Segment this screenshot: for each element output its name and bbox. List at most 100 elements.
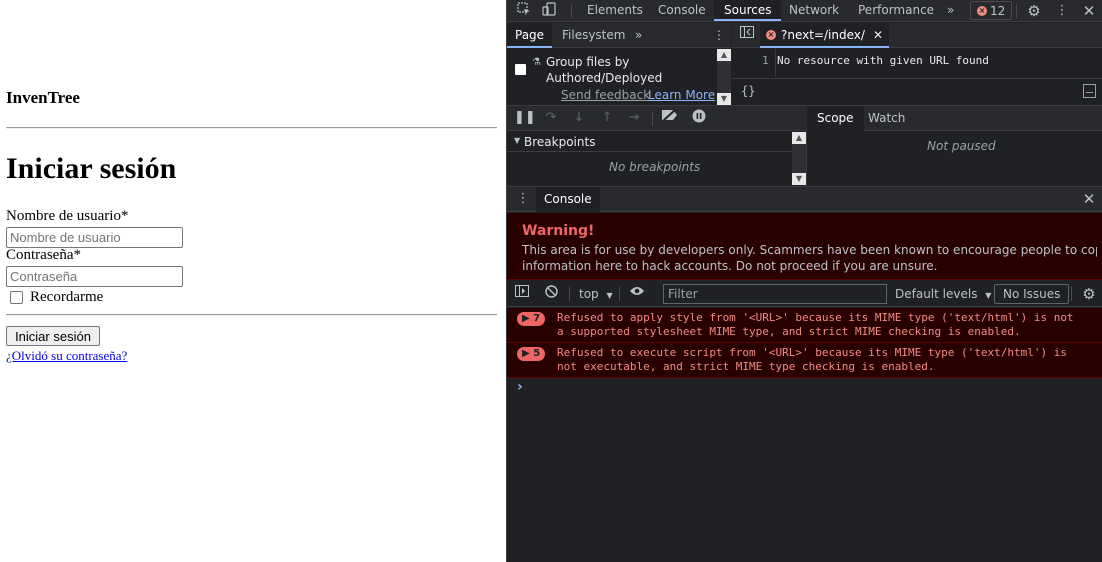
tab-elements[interactable]: Elements <box>577 0 653 21</box>
tab-page[interactable]: Page <box>507 23 553 48</box>
step-over-icon[interactable]: ↷ <box>542 109 560 127</box>
kebab-menu-icon[interactable]: ⋮ <box>705 23 733 48</box>
kebab-menu-icon[interactable]: ⋮ <box>1053 2 1071 20</box>
log-levels-dropdown[interactable]: Default levels ▼ <box>895 287 991 301</box>
scroll-up-icon[interactable]: ▲ <box>792 132 806 144</box>
scroll-down-icon[interactable]: ▼ <box>717 93 731 105</box>
triangle-right-icon: ▶ <box>522 313 530 324</box>
kebab-menu-icon[interactable]: ⋮ <box>514 190 532 208</box>
warning-text-1: This area is for use by developers only.… <box>522 243 1097 257</box>
gear-icon[interactable]: ⚙ <box>1025 2 1043 20</box>
login-page: InvenTree Iniciar sesión Nombre de usuar… <box>0 0 506 562</box>
devtools-panel: Elements Console Sources Network Perform… <box>506 0 1102 562</box>
gear-icon[interactable]: ⚙ <box>1080 285 1098 303</box>
clear-console-icon[interactable] <box>542 285 560 303</box>
login-button[interactable]: Iniciar sesión <box>6 326 100 346</box>
line-number: 1 <box>762 54 769 67</box>
sidebar-toggle-icon[interactable] <box>513 285 531 303</box>
message-line: Refused to apply style from '<URL>' beca… <box>557 311 1074 324</box>
close-icon[interactable]: ✕ <box>1080 2 1098 20</box>
deactivate-breakpoints-icon[interactable] <box>661 108 679 127</box>
more-tabs-icon[interactable]: » <box>937 0 964 21</box>
tab-sources[interactable]: Sources <box>714 0 782 21</box>
self-xss-warning: Warning! This area is for use by develop… <box>507 213 1102 280</box>
password-input[interactable] <box>6 266 183 287</box>
editor-file-tab[interactable]: × ?next=/index/ ✕ <box>760 23 889 48</box>
group-files-label-1: Group files by <box>546 55 630 69</box>
remember-row[interactable]: Recordarme <box>10 289 103 306</box>
chevron-down-icon: ▼ <box>606 291 613 300</box>
separator <box>1071 287 1072 301</box>
separator <box>652 112 653 126</box>
brand-title: InvenTree <box>6 88 80 107</box>
group-files-checkbox[interactable] <box>515 64 526 75</box>
editor-body[interactable]: 1 No resource with given URL found <box>732 49 1102 77</box>
triangle-right-icon: ▶ <box>522 348 530 359</box>
tab-watch[interactable]: Watch <box>858 106 915 131</box>
issues-button[interactable]: No Issues <box>994 284 1070 304</box>
pause-on-exceptions-icon[interactable] <box>690 109 708 127</box>
devtools-toolbar: Elements Console Sources Network Perform… <box>507 0 1102 22</box>
console-message[interactable]: ▶ 5 Refused to execute script from '<URL… <box>507 343 1102 378</box>
context-selector[interactable]: top ▼ <box>579 287 613 301</box>
group-files-label-2: Authored/Deployed <box>546 71 663 85</box>
separator <box>619 287 620 301</box>
eye-icon[interactable] <box>628 285 646 303</box>
navigator-tabs: Page Filesystem » ⋮ <box>507 23 731 48</box>
breakpoints-scrollbar[interactable]: ▲ ▼ <box>792 132 806 185</box>
navigator-scrollbar[interactable]: ▲ ▼ <box>717 49 731 105</box>
password-label: Contraseña* <box>6 247 81 263</box>
console-input[interactable] <box>531 379 1091 397</box>
tab-console[interactable]: Console <box>648 0 716 21</box>
pretty-print-icon[interactable]: {} <box>741 84 755 98</box>
separator <box>1016 4 1017 18</box>
tab-performance[interactable]: Performance <box>848 0 944 21</box>
device-toolbar-icon[interactable] <box>540 2 558 20</box>
toggle-debugger-icon[interactable] <box>1083 84 1096 98</box>
scroll-down-icon[interactable]: ▼ <box>792 173 806 185</box>
divider <box>6 127 497 129</box>
log-levels-label: Default levels <box>895 287 978 301</box>
inspect-element-icon[interactable] <box>515 2 533 20</box>
tab-network[interactable]: Network <box>779 0 849 21</box>
scroll-up-icon[interactable]: ▲ <box>717 49 731 61</box>
warning-title: Warning! <box>522 223 595 239</box>
warning-text-2: information here to hack accounts. Do no… <box>522 259 938 273</box>
step-icon[interactable]: → <box>625 109 643 127</box>
repeat-count-badge: ▶ 7 <box>517 312 546 326</box>
username-input[interactable] <box>6 227 183 248</box>
tab-filesystem[interactable]: Filesystem <box>554 23 633 48</box>
step-into-icon[interactable]: ↓ <box>570 109 588 127</box>
console-message[interactable]: ▶ 7 Refused to apply style from '<URL>' … <box>507 308 1102 343</box>
message-text: Refused to execute script from '<URL>' b… <box>557 346 1087 374</box>
file-tab-label: ?next=/index/ <box>781 27 865 42</box>
debugger-toolbar: ❚❚ ↷ ↓ ↑ → <box>507 105 807 131</box>
message-line: a supported stylesheet MIME type, and st… <box>557 325 1021 338</box>
forgot-password-link[interactable]: ¿Olvidó su contraseña? <box>6 348 127 364</box>
repeat-count: 7 <box>533 313 541 324</box>
step-out-icon[interactable]: ↑ <box>598 109 616 127</box>
remember-label: Recordarme <box>30 289 104 305</box>
chevron-down-icon: ▼ <box>514 136 521 145</box>
pause-icon[interactable]: ❚❚ <box>514 109 536 127</box>
console-filter-input[interactable]: Filter <box>663 284 887 304</box>
console-toolbar: top ▼ Filter Default levels ▼ No Issues … <box>507 281 1102 307</box>
split-divider[interactable] <box>806 131 807 186</box>
learn-more-link[interactable]: Learn More <box>648 88 715 102</box>
send-feedback-link[interactable]: Send feedback <box>561 88 650 102</box>
close-icon[interactable]: ✕ <box>873 28 883 42</box>
editor-tabs: × ?next=/index/ ✕ <box>732 23 1102 48</box>
tab-scope[interactable]: Scope <box>807 106 864 131</box>
repeat-count-badge: ▶ 5 <box>517 347 546 361</box>
error-count-badge[interactable]: × 12 <box>970 1 1013 20</box>
not-paused-text: Not paused <box>927 139 996 153</box>
separator <box>571 4 572 18</box>
chevron-down-icon: ▼ <box>985 291 992 300</box>
breakpoints-header[interactable]: ▼ Breakpoints <box>507 132 793 152</box>
more-tabs-icon[interactable]: » <box>627 23 650 48</box>
navigator-body: ⚗ Group files by Authored/Deployed Send … <box>507 49 731 105</box>
remember-checkbox[interactable] <box>10 291 23 304</box>
toggle-navigator-icon[interactable] <box>738 26 756 44</box>
drawer-tab-console[interactable]: Console <box>536 187 600 212</box>
close-icon[interactable]: ✕ <box>1080 190 1098 208</box>
